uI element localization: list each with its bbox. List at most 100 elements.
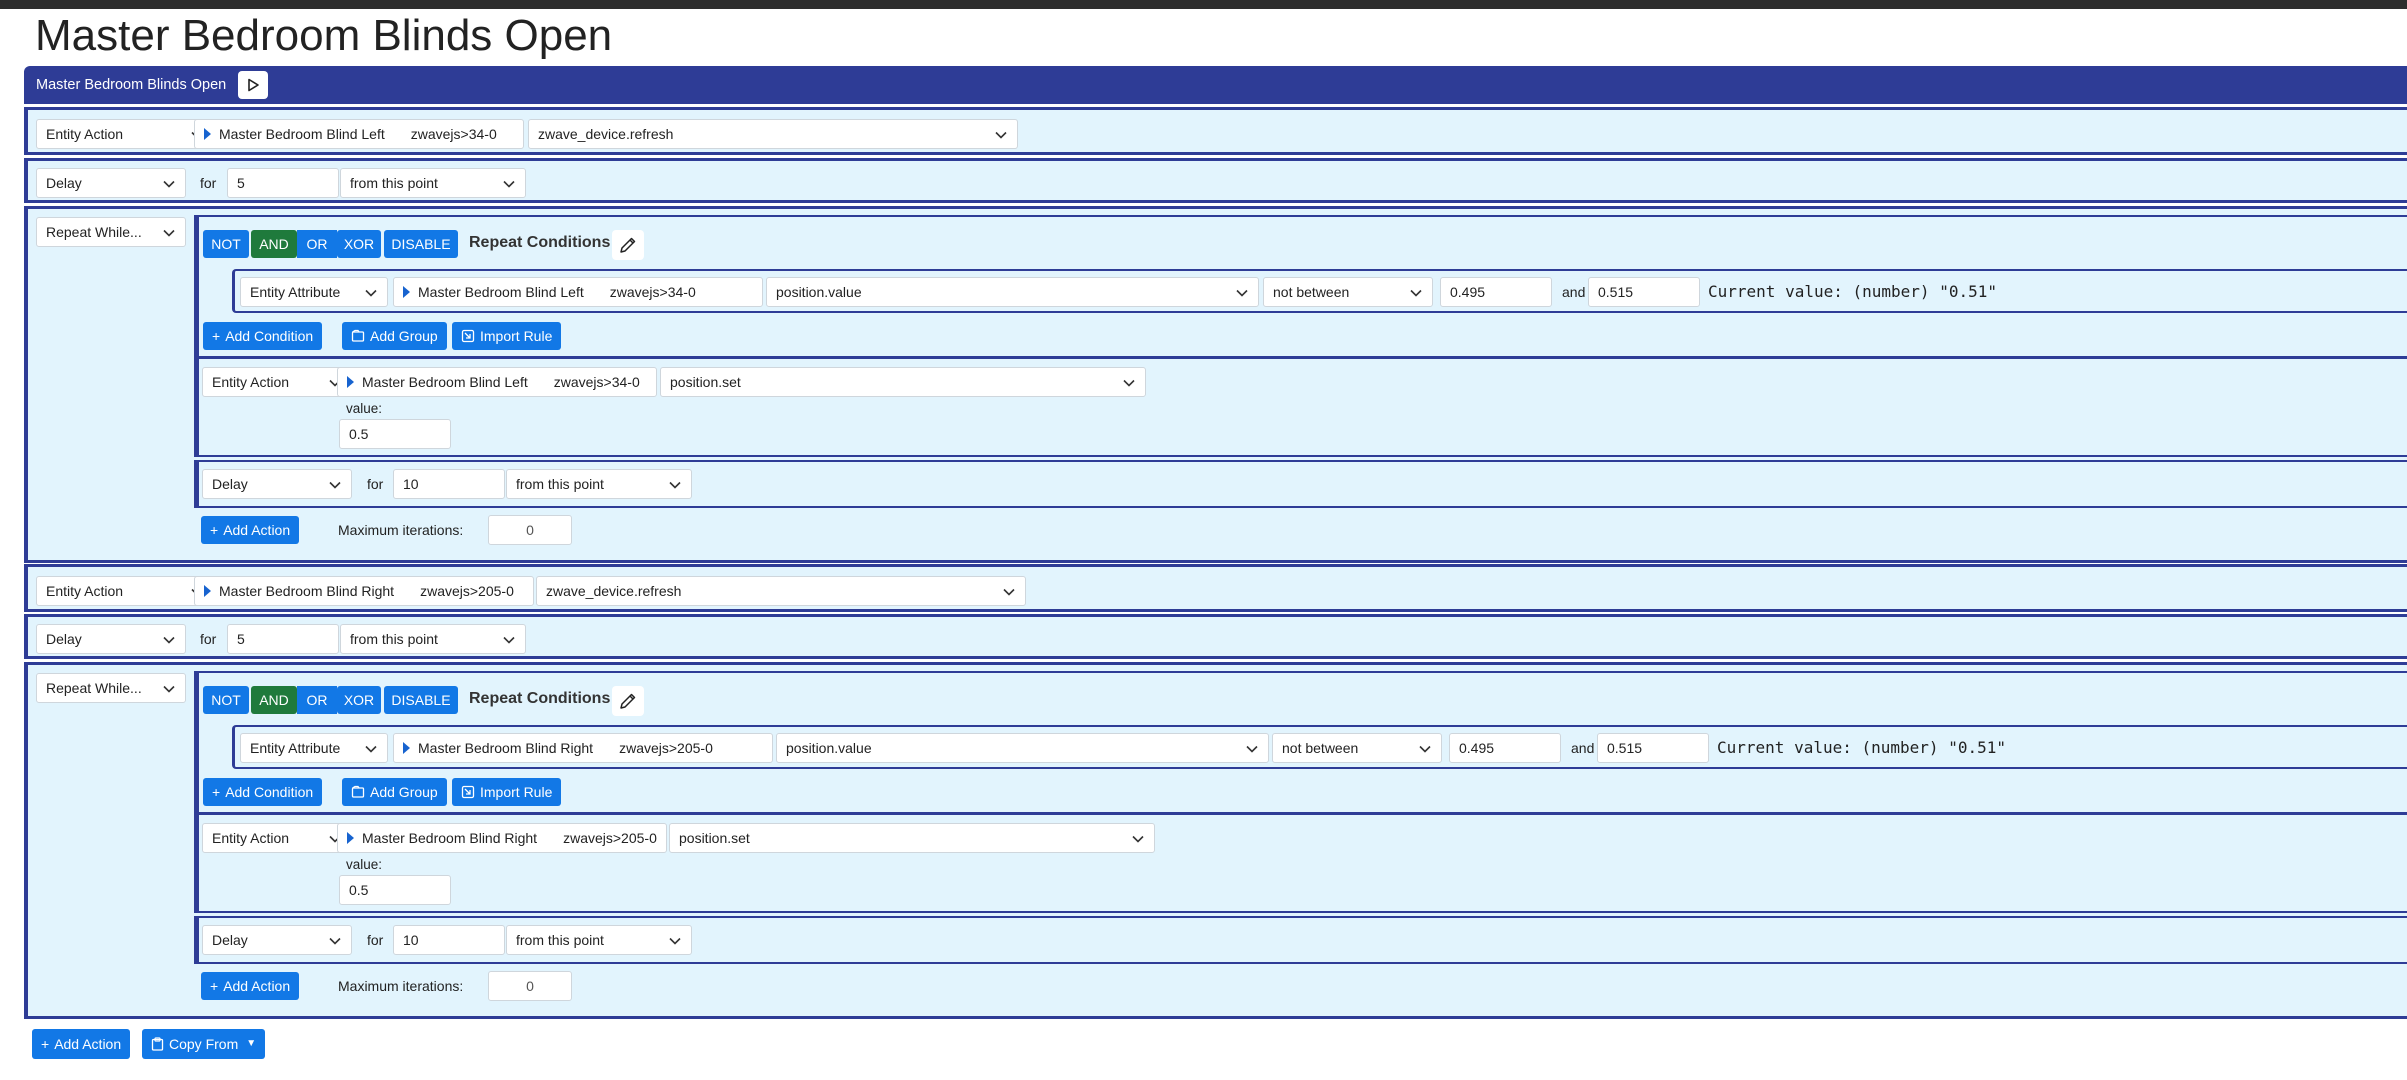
- add-condition-button[interactable]: + Add Condition: [203, 322, 323, 350]
- repeat-conditions-label: Repeat Conditions: [469, 690, 611, 707]
- attribute-select[interactable]: position.value: [766, 277, 1259, 307]
- action-type-select[interactable]: Repeat While...: [36, 217, 186, 247]
- page-title: Master Bedroom Blinds Open: [35, 11, 613, 60]
- plus-icon: +: [212, 328, 221, 344]
- for-label: for: [200, 631, 217, 647]
- not-button[interactable]: NOT: [203, 230, 249, 258]
- edit-button[interactable]: [612, 686, 644, 716]
- entity-picker[interactable]: Master Bedroom Blind Left zwavejs>34-0: [337, 367, 657, 397]
- pencil-icon: [620, 237, 636, 253]
- entity-action-row-2: Entity Action Master Bedroom Blind Right…: [24, 564, 2407, 612]
- delay-amount-input[interactable]: 5: [227, 624, 339, 654]
- condition-type-select[interactable]: Entity Attribute: [240, 277, 388, 307]
- add-action-button[interactable]: + Add Action: [201, 972, 300, 1000]
- play-button[interactable]: [238, 71, 269, 99]
- disable-button[interactable]: DISABLE: [384, 686, 458, 714]
- add-action-button[interactable]: + Add Action: [32, 1029, 131, 1059]
- chevron-down-icon: [163, 180, 175, 188]
- chevron-down-icon: [995, 131, 1007, 139]
- chevron-down-icon: [1236, 289, 1248, 297]
- chevron-down-icon: [1419, 745, 1431, 753]
- chevron-down-icon: [163, 229, 175, 237]
- edit-button[interactable]: [612, 230, 644, 260]
- xor-button[interactable]: XOR: [337, 230, 381, 258]
- expand-triangle-icon: [347, 376, 354, 388]
- service-select[interactable]: zwave_device.refresh: [528, 119, 1018, 149]
- or-button[interactable]: OR: [297, 686, 337, 714]
- delay-amount-input[interactable]: 5: [227, 168, 339, 198]
- chevron-down-icon: [329, 937, 341, 945]
- action-type-select[interactable]: Entity Action: [202, 823, 352, 853]
- chevron-down-icon: [503, 636, 515, 644]
- action-type-select[interactable]: Entity Action: [202, 367, 352, 397]
- delay-unit-select[interactable]: from this point: [340, 624, 526, 654]
- import-rule-button[interactable]: Import Rule: [452, 322, 562, 350]
- entity-picker[interactable]: Master Bedroom Blind Right zwavejs>205-0: [393, 733, 773, 763]
- entity-picker[interactable]: Master Bedroom Blind Left zwavejs>34-0: [393, 277, 763, 307]
- plus-icon: +: [210, 978, 219, 994]
- delay-unit-select[interactable]: from this point: [506, 925, 692, 955]
- for-label: for: [367, 476, 384, 492]
- for-label: for: [200, 175, 217, 191]
- service-select[interactable]: zwave_device.refresh: [536, 576, 1026, 606]
- entity-action-row-1: Entity Action Master Bedroom Blind Left z…: [24, 107, 2407, 155]
- low-value-input[interactable]: 0.495: [1449, 733, 1561, 763]
- add-group-button[interactable]: Add Group: [342, 322, 447, 350]
- rule-header-title: Master Bedroom Blinds Open: [36, 77, 227, 93]
- max-iterations-input[interactable]: 0: [488, 515, 572, 545]
- add-action-button[interactable]: + Add Action: [201, 516, 300, 544]
- low-value-input[interactable]: 0.495: [1440, 277, 1552, 307]
- and-button[interactable]: AND: [251, 230, 297, 258]
- not-button[interactable]: NOT: [203, 686, 249, 714]
- delay-inner: Delay for 10 from this point: [194, 916, 2407, 964]
- value-input[interactable]: 0.5: [339, 419, 451, 449]
- max-iterations-label: Maximum iterations:: [338, 522, 464, 538]
- service-select[interactable]: position.set: [669, 823, 1155, 853]
- add-group-icon: [351, 329, 365, 342]
- action-type-select[interactable]: Entity Action: [36, 119, 214, 149]
- add-condition-button[interactable]: + Add Condition: [203, 778, 323, 806]
- value-input[interactable]: 0.5: [339, 875, 451, 905]
- condition-type-select[interactable]: Entity Attribute: [240, 733, 388, 763]
- attribute-select[interactable]: position.value: [776, 733, 1269, 763]
- chevron-down-icon: [1132, 835, 1144, 843]
- entity-action-inner: Entity Action Master Bedroom Blind Right…: [194, 813, 2407, 913]
- entity-action-inner: Entity Action Master Bedroom Blind Left z…: [194, 357, 2407, 457]
- operator-select[interactable]: not between: [1263, 277, 1433, 307]
- service-select[interactable]: position.set: [660, 367, 1146, 397]
- disable-button[interactable]: DISABLE: [384, 230, 458, 258]
- import-icon: [461, 329, 475, 343]
- or-button[interactable]: OR: [297, 230, 337, 258]
- and-button[interactable]: AND: [251, 686, 297, 714]
- import-rule-button[interactable]: Import Rule: [452, 778, 562, 806]
- delay-amount-input[interactable]: 10: [393, 925, 505, 955]
- add-group-button[interactable]: Add Group: [342, 778, 447, 806]
- delay-amount-input[interactable]: 10: [393, 469, 505, 499]
- high-value-input[interactable]: 0.515: [1588, 277, 1700, 307]
- repeat-conditions-label: Repeat Conditions: [469, 234, 611, 251]
- action-type-select[interactable]: Delay: [202, 469, 352, 499]
- max-iterations-input[interactable]: 0: [488, 971, 572, 1001]
- delay-inner: Delay for 10 from this point: [194, 460, 2407, 508]
- chevron-down-icon: [1410, 289, 1422, 297]
- action-type-select[interactable]: Delay: [36, 624, 186, 654]
- chevron-down-icon: [1123, 379, 1135, 387]
- import-icon: [461, 785, 475, 799]
- high-value-input[interactable]: 0.515: [1597, 733, 1709, 763]
- entity-picker[interactable]: Master Bedroom Blind Right zwavejs>205-0: [194, 576, 534, 606]
- chevron-down-icon: [1246, 745, 1258, 753]
- copy-from-button[interactable]: Copy From ▼: [142, 1029, 266, 1059]
- repeat-while-row-2: Repeat While... NOT AND OR XOR DISABLE R…: [24, 662, 2407, 1019]
- xor-button[interactable]: XOR: [337, 686, 381, 714]
- action-type-select[interactable]: Entity Action: [36, 576, 214, 606]
- delay-unit-select[interactable]: from this point: [506, 469, 692, 499]
- operator-select[interactable]: not between: [1272, 733, 1442, 763]
- chevron-down-icon: [163, 685, 175, 693]
- entity-picker[interactable]: Master Bedroom Blind Left zwavejs>34-0: [194, 119, 524, 149]
- delay-unit-select[interactable]: from this point: [340, 168, 526, 198]
- delay-row-2: Delay for 5 from this point: [24, 614, 2407, 659]
- action-type-select[interactable]: Delay: [36, 168, 186, 198]
- action-type-select[interactable]: Repeat While...: [36, 673, 186, 703]
- action-type-select[interactable]: Delay: [202, 925, 352, 955]
- entity-picker[interactable]: Master Bedroom Blind Right zwavejs>205-0: [337, 823, 667, 853]
